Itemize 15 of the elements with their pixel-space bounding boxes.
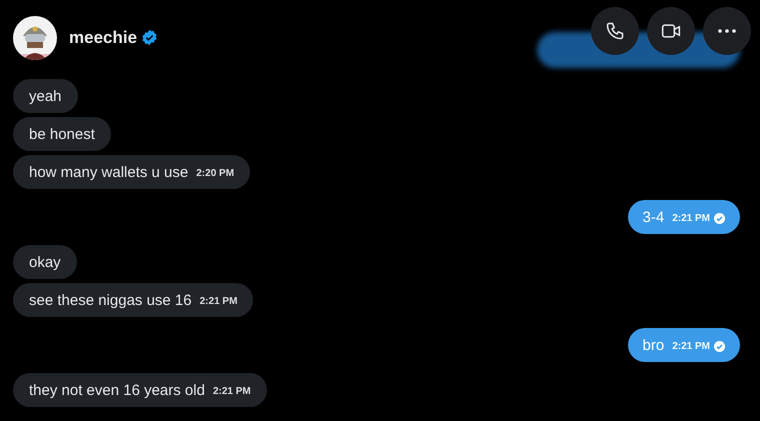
received-message: they not even 16 years old 2:21 PM bbox=[13, 373, 267, 407]
received-message: be honest bbox=[13, 117, 111, 151]
more-icon bbox=[718, 28, 736, 32]
video-call-button[interactable] bbox=[647, 6, 695, 54]
received-message: how many wallets u use 2:20 PM bbox=[13, 155, 250, 189]
received-message: okay bbox=[13, 245, 77, 279]
received-message: yeah bbox=[13, 79, 78, 113]
sent-message: 3-4 2:21 PM bbox=[628, 200, 740, 234]
sent-message: bro 2:21 PM bbox=[628, 328, 740, 362]
call-button[interactable] bbox=[591, 6, 639, 54]
received-message: see these niggas use 16 2:21 PM bbox=[13, 283, 254, 317]
more-button[interactable] bbox=[703, 6, 751, 54]
phone-icon bbox=[605, 20, 625, 40]
contact-name: meechie bbox=[69, 28, 138, 48]
avatar bbox=[13, 16, 57, 60]
